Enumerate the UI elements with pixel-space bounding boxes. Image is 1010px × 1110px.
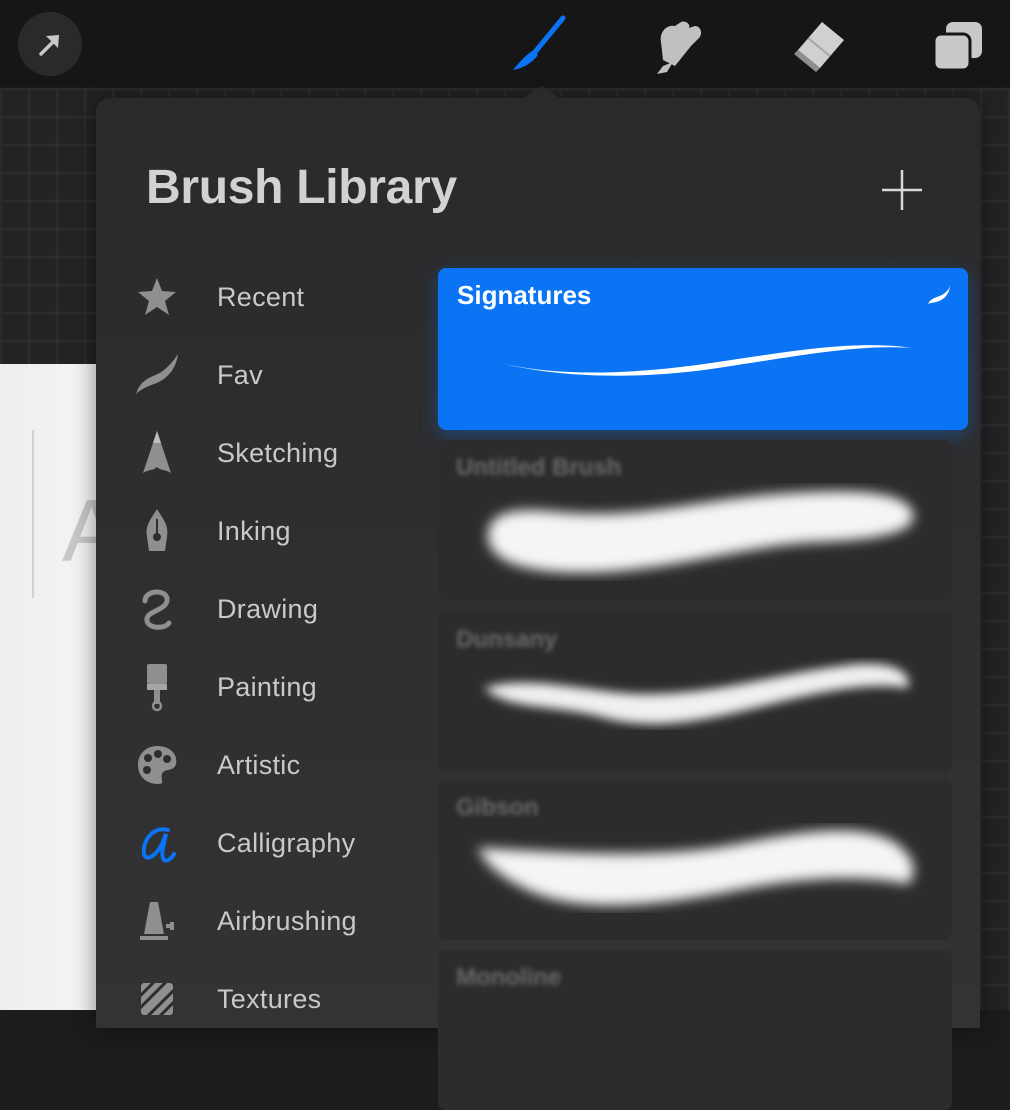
panel-title: Brush Library: [146, 161, 457, 214]
modify-icon: [39, 35, 59, 56]
category-label: Calligraphy: [217, 827, 356, 858]
calligraphy-a-icon: [126, 818, 188, 868]
eraser-tool-button[interactable]: [786, 14, 850, 78]
pen-nib-icon: [126, 506, 188, 556]
add-brush-button[interactable]: [872, 160, 932, 220]
category-label: Airbrushing: [217, 905, 357, 936]
modify-button[interactable]: [18, 12, 82, 76]
squiggle-icon: [126, 584, 188, 634]
category-label: Fav: [217, 359, 263, 390]
pencil-tip-icon: [126, 428, 188, 478]
layers-tool-button[interactable]: [926, 14, 990, 78]
brush-item[interactable]: Gibson: [438, 780, 952, 940]
top-toolbar: [0, 0, 1010, 88]
category-drawing[interactable]: Drawing: [126, 579, 426, 639]
smudge-tool-button[interactable]: [645, 14, 709, 78]
brush-item-selected[interactable]: Signatures: [438, 268, 968, 430]
category-calligraphy[interactable]: Calligraphy: [126, 813, 426, 873]
category-sketching[interactable]: Sketching: [126, 423, 426, 483]
canvas-divider: [32, 430, 34, 598]
brush-item[interactable]: Untitled Brush: [438, 440, 952, 600]
category-textures[interactable]: Textures: [126, 969, 426, 1029]
category-label: Recent: [217, 281, 305, 312]
smudge-icon: [657, 21, 702, 74]
plus-icon: [882, 170, 922, 210]
brush-item[interactable]: Monoline: [438, 950, 952, 1110]
brush-stroke-preview: [488, 491, 914, 573]
category-airbrushing[interactable]: Airbrushing: [126, 891, 426, 951]
brush-stroke-preview: [496, 345, 912, 376]
paint-brush-icon: [126, 662, 188, 712]
brush-stroke-preview: [478, 830, 914, 906]
airbrush-icon: [126, 896, 188, 946]
category-inking[interactable]: Inking: [126, 501, 426, 561]
star-icon: [126, 272, 188, 322]
category-fav[interactable]: Fav: [126, 345, 426, 405]
category-label: Inking: [217, 515, 291, 546]
brush-icon: [513, 15, 566, 70]
category-recent[interactable]: Recent: [126, 267, 426, 327]
category-artistic[interactable]: Artistic: [126, 735, 426, 795]
eraser-icon: [794, 22, 844, 72]
swoosh-icon: [126, 350, 188, 400]
brush-name: Monoline: [456, 964, 562, 991]
palette-icon: [126, 740, 188, 790]
layers-icon: [932, 22, 982, 72]
category-label: Sketching: [217, 437, 339, 468]
texture-icon: [126, 974, 188, 1024]
category-label: Painting: [217, 671, 317, 702]
brush-item[interactable]: Dunsany: [438, 612, 952, 772]
brush-tool-button[interactable]: [505, 14, 569, 78]
category-label: Artistic: [217, 749, 301, 780]
category-painting[interactable]: Painting: [126, 657, 426, 717]
category-label: Drawing: [217, 593, 319, 624]
brush-stroke-preview: [484, 663, 909, 724]
